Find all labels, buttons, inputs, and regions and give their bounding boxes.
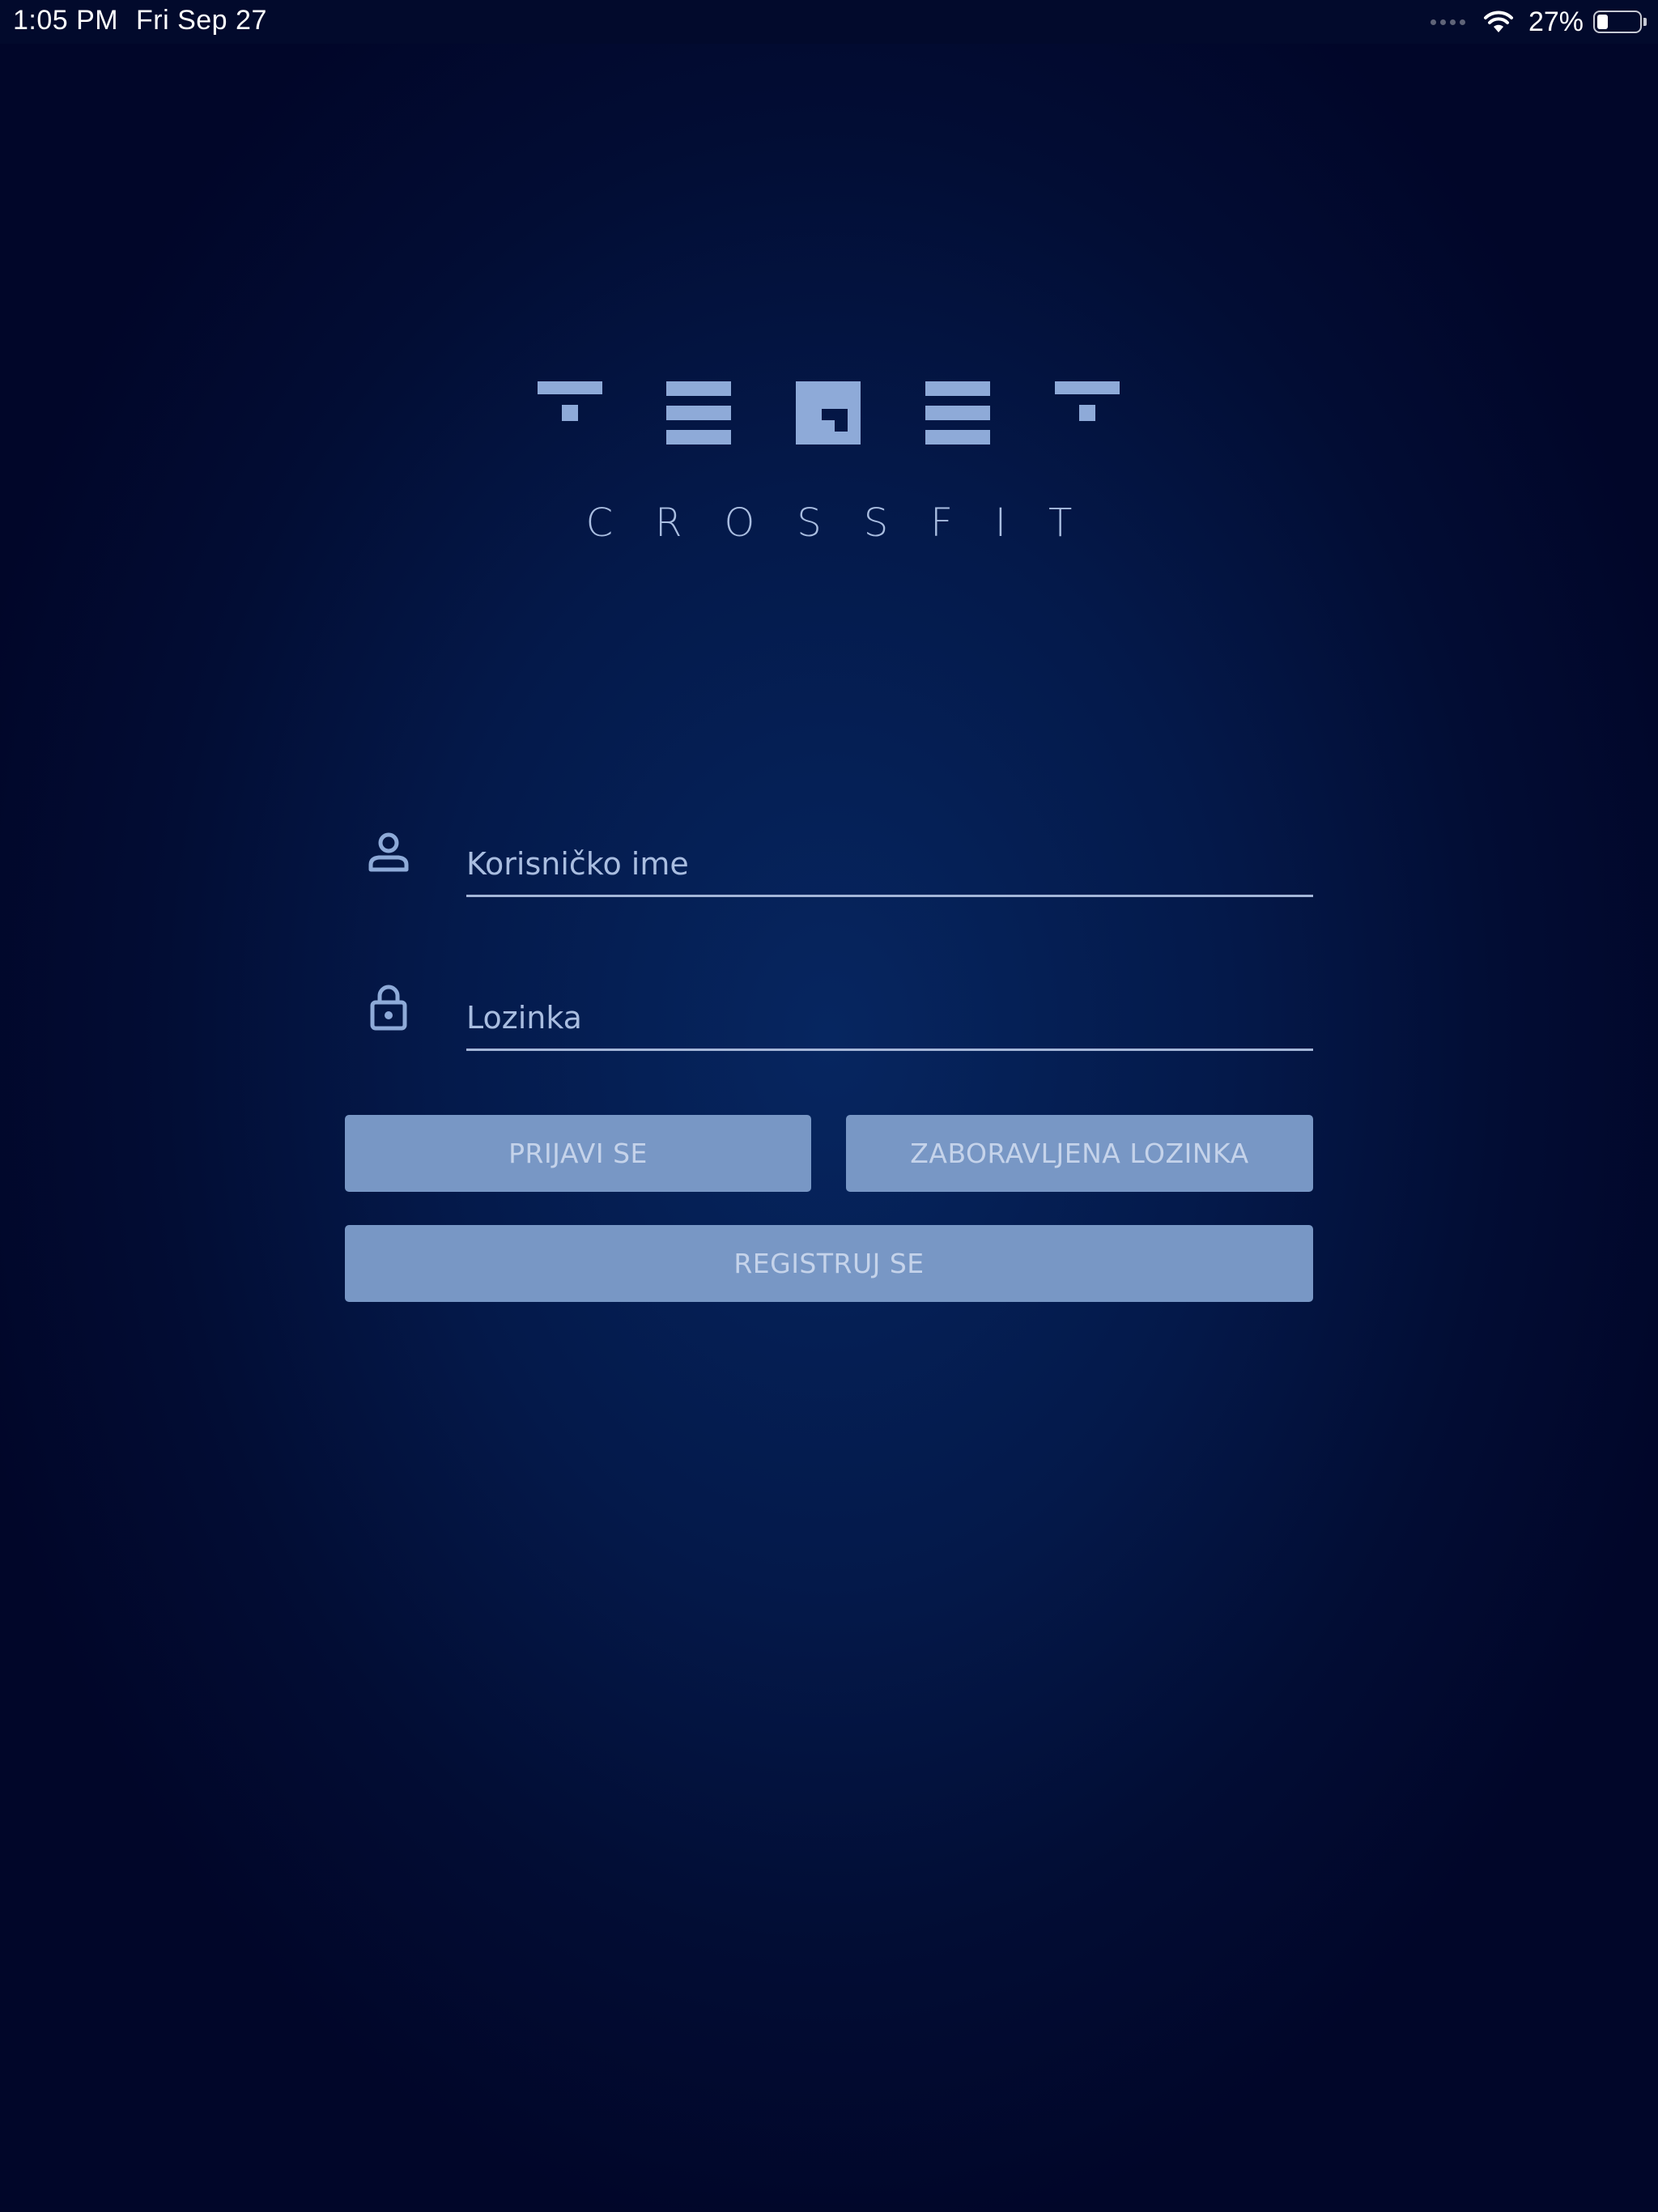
- lock-icon: [366, 983, 411, 1032]
- teget-wordmark-logo: [534, 379, 1124, 447]
- logo-subtitle: CROSSFIT: [585, 500, 1115, 546]
- username-field-group: [345, 810, 1313, 899]
- battery-fill: [1597, 15, 1608, 29]
- wifi-icon: [1483, 10, 1514, 34]
- login-button[interactable]: PRIJAVI SE: [345, 1115, 811, 1192]
- person-icon: [366, 829, 411, 878]
- username-input[interactable]: [466, 810, 1313, 897]
- password-field-group: [345, 963, 1313, 1053]
- status-time: 1:05 PM: [13, 5, 119, 36]
- password-input[interactable]: [466, 963, 1313, 1051]
- login-screen: 1:05 PM Fri Sep 27 27% CROSSFIT Korisnič…: [0, 0, 1658, 2212]
- signal-dots-icon: [1430, 19, 1465, 25]
- teget-crossfit-logo: CROSSFIT: [534, 379, 1124, 551]
- battery-icon: [1593, 11, 1647, 33]
- register-button[interactable]: REGISTRUJ SE: [345, 1225, 1313, 1302]
- battery-percent: 27%: [1528, 6, 1584, 37]
- status-bar: 1:05 PM Fri Sep 27 27%: [0, 0, 1658, 44]
- forgot-password-button[interactable]: ZABORAVLJENA LOZINKA: [846, 1115, 1313, 1192]
- status-indicators: 27%: [1430, 0, 1647, 44]
- status-date: Fri Sep 27: [136, 5, 267, 36]
